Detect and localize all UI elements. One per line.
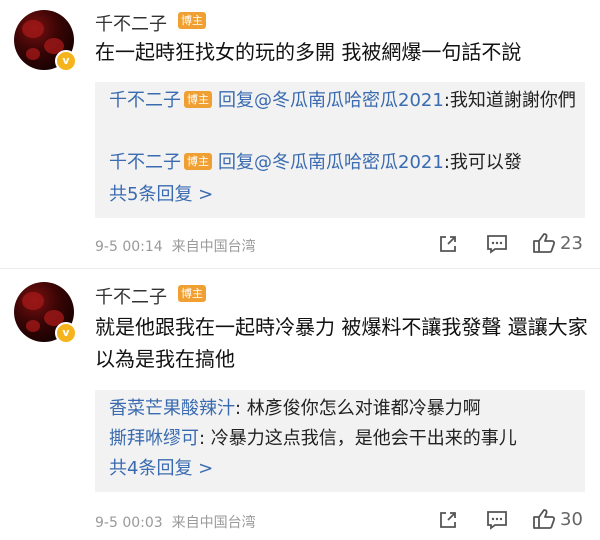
comment-timestamp: 9-5 00:14 来自中国台湾 <box>95 239 256 255</box>
thumbs-up-icon <box>533 233 556 253</box>
thumbs-up-icon <box>533 509 556 529</box>
reply-verb: 回复 <box>218 90 254 111</box>
verified-v-icon: v <box>55 50 77 72</box>
comment-icon[interactable] <box>486 510 508 530</box>
more-replies-link[interactable]: 共5条回复 > <box>109 180 579 209</box>
reply-username[interactable]: 千不二子 <box>109 152 181 173</box>
reply-mention[interactable]: @冬瓜南瓜哈密瓜2021 <box>254 90 444 111</box>
comment-timestamp: 9-5 00:03 来自中国台湾 <box>95 515 256 531</box>
like-count: 30 <box>560 508 583 530</box>
author-tag: 博主 <box>184 91 212 108</box>
reply-box[interactable]: 千不二子 博主 回复@冬瓜南瓜哈密瓜2021:我知道謝謝你們 千不二子 博主 回复@冬瓜… <box>95 82 585 218</box>
reply-item[interactable]: 千不二子 博主 回复@冬瓜南瓜哈密瓜2021:我知道謝謝你們 <box>109 86 579 115</box>
reply-item[interactable]: 千不二子 博主 回复@冬瓜南瓜哈密瓜2021:我可以發 <box>109 148 579 177</box>
reply-username[interactable]: 千不二子 <box>109 90 181 111</box>
reply-username[interactable]: 香菜芒果酸辣汁 <box>109 398 235 419</box>
reply-text: : 林彥俊你怎么对谁都冷暴力啊 <box>235 398 481 419</box>
comment-username[interactable]: 千不二子 <box>95 283 167 309</box>
reply-box[interactable]: 香菜芒果酸辣汁: 林彥俊你怎么对谁都冷暴力啊 撕拜咻缪可: 冷暴力这点我信，是他… <box>95 390 585 492</box>
author-tag: 博主 <box>178 12 206 29</box>
comment-text: 在一起時狂找女的玩的多開 我被網爆一句話不說 <box>95 40 522 64</box>
like-button[interactable]: 23 <box>532 232 583 254</box>
like-count: 23 <box>560 232 583 254</box>
more-replies-link[interactable]: 共4条回复 > <box>109 454 579 483</box>
like-button[interactable]: 30 <box>532 508 583 530</box>
reply-mention[interactable]: @冬瓜南瓜哈密瓜2021 <box>254 152 444 173</box>
reply-text: :我知道謝謝你們 <box>443 90 576 111</box>
reply-username[interactable]: 撕拜咻缪可 <box>109 428 199 449</box>
share-icon[interactable] <box>438 234 458 254</box>
verified-v-icon: v <box>55 322 77 344</box>
reply-item[interactable]: 撕拜咻缪可: 冷暴力这点我信，是他会干出来的事儿 <box>109 424 579 453</box>
reply-text: :我可以發 <box>443 152 522 173</box>
reply-text: : 冷暴力这点我信，是他会干出来的事儿 <box>199 428 517 449</box>
comment-text: 就是他跟我在一起時冷暴力 被爆料不讓我發聲 還讓大家以為是我在搞他 <box>95 315 588 371</box>
reply-verb: 回复 <box>218 152 254 173</box>
share-icon[interactable] <box>438 510 458 530</box>
reply-item[interactable]: 香菜芒果酸辣汁: 林彥俊你怎么对谁都冷暴力啊 <box>109 394 579 423</box>
divider <box>0 268 600 269</box>
author-tag: 博主 <box>184 153 212 170</box>
author-tag: 博主 <box>178 285 206 302</box>
comment-icon[interactable] <box>486 234 508 254</box>
comment-username[interactable]: 千不二子 <box>95 10 167 36</box>
